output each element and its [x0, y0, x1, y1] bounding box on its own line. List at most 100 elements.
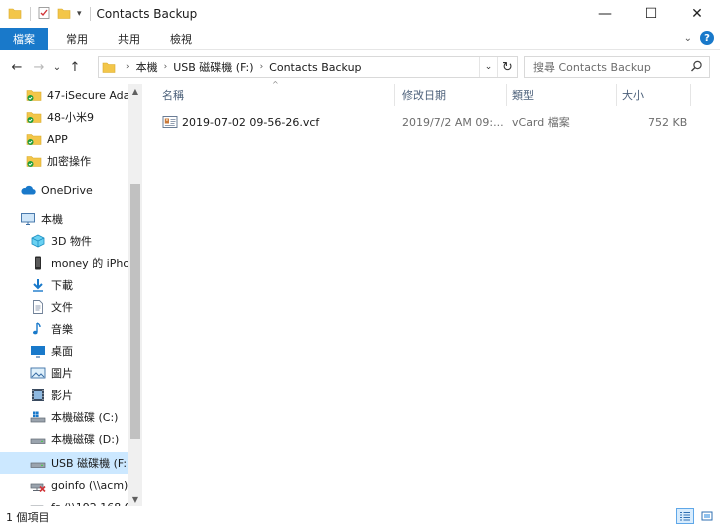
scrollbar-thumb[interactable] — [130, 184, 140, 439]
tab-file[interactable]: 檔案 — [0, 27, 48, 50]
close-button[interactable]: ✕ — [674, 0, 720, 28]
forward-button[interactable]: → — [28, 56, 50, 78]
column-size-label: 大小 — [622, 89, 644, 102]
item-count: 1 個項目 — [6, 511, 50, 524]
expand-ribbon-chevron-icon[interactable]: ⌄ — [684, 33, 692, 44]
address-controls: ⌄ ↻ — [479, 57, 517, 77]
column-modified-label: 修改日期 — [402, 89, 446, 102]
usb-drive-icon — [30, 455, 46, 471]
column-divider[interactable] — [616, 84, 617, 106]
iphone-icon — [30, 255, 46, 271]
sidebar-item-4[interactable]: OneDrive — [0, 179, 128, 201]
scroll-up-arrow[interactable]: ▲ — [128, 84, 142, 98]
tab-view[interactable]: 檢視 — [158, 28, 204, 50]
maximize-button[interactable]: ☐ — [628, 0, 674, 28]
breadcrumb: › 本機 › USB 磁碟機 (F:) › Contacts Backup — [116, 59, 362, 75]
navigation-row: ← → ⌄ ↑ › 本機 › USB 磁碟機 (F:) › Contacts B… — [0, 54, 720, 80]
sidebar-item-6[interactable]: 3D 物件 — [0, 230, 128, 252]
sidebar-item-label: APP — [47, 132, 68, 146]
large-icons-view-button[interactable] — [698, 508, 716, 524]
folder-green-check-icon — [26, 87, 42, 103]
status-bar: 1 個項目 — [0, 506, 720, 528]
sidebar-item-7[interactable]: money 的 iPhone — [0, 252, 128, 274]
sidebar-item-label: 加密操作 — [47, 155, 91, 168]
title-bar: ▾ Contacts Backup — ☐ ✕ — [0, 0, 720, 28]
file-size-cell: 752 KB — [648, 115, 688, 129]
column-divider[interactable] — [506, 84, 507, 106]
window-title: Contacts Backup — [96, 7, 198, 21]
breadcrumb-usb-drive[interactable]: USB 磁碟機 (F:) — [173, 59, 253, 75]
sidebar-item-label: 本機磁碟 (C:) — [51, 411, 119, 424]
documents-icon — [30, 299, 46, 315]
sidebar-item-label: 文件 — [51, 301, 73, 314]
minimize-button[interactable]: — — [582, 0, 628, 28]
quick-access-toolbar: ▾ Contacts Backup — [0, 6, 197, 23]
chevron-right-icon[interactable]: › — [260, 62, 264, 72]
properties-icon[interactable] — [37, 6, 51, 23]
folder-green-check-icon — [26, 153, 42, 169]
address-bar[interactable]: › 本機 › USB 磁碟機 (F:) › Contacts Backup ⌄ … — [98, 56, 518, 78]
column-header-type[interactable]: 類型 — [512, 84, 612, 106]
sidebar-item-label: 48-小米9 — [47, 111, 94, 124]
sidebar-item-label: money 的 iPhone — [51, 257, 128, 270]
back-button[interactable]: ← — [6, 56, 28, 78]
file-name[interactable]: 2019-07-02 09-56-26.vcf — [182, 116, 319, 129]
scroll-down-arrow[interactable]: ▼ — [128, 492, 142, 506]
sidebar-item-label: 本機磁碟 (D:) — [51, 433, 120, 446]
divider — [30, 7, 31, 21]
table-row[interactable]: 2019-07-02 09-56-26.vcf 2019/7/2 AM 09:.… — [160, 112, 690, 132]
sidebar-item-2[interactable]: APP — [0, 128, 128, 150]
column-name-label: 名稱 — [162, 89, 184, 102]
pictures-icon — [30, 365, 46, 381]
sidebar-item-18[interactable]: fs (\\192.168.0 — [0, 496, 128, 506]
search-icon[interactable] — [690, 60, 703, 76]
sidebar-item-14[interactable]: 本機磁碟 (C:) — [0, 406, 128, 428]
windows-drive-icon — [30, 409, 46, 425]
folder-icon — [102, 60, 116, 74]
up-button[interactable]: ↑ — [64, 56, 86, 78]
sidebar-item-11[interactable]: 桌面 — [0, 340, 128, 362]
column-divider[interactable] — [394, 84, 395, 106]
sidebar-item-5[interactable]: 本機 — [0, 208, 128, 230]
sidebar-item-15[interactable]: 本機磁碟 (D:) — [0, 428, 128, 450]
help-icon[interactable]: ? — [700, 31, 714, 45]
details-view-button[interactable] — [676, 508, 694, 524]
divider — [89, 7, 91, 21]
vcard-file-icon — [162, 115, 178, 129]
sidebar-item-label: goinfo (\\acm) — [51, 478, 128, 492]
recent-locations-button[interactable]: ⌄ — [50, 56, 64, 78]
breadcrumb-contacts-backup[interactable]: Contacts Backup — [269, 61, 361, 74]
column-header-modified[interactable]: 修改日期 — [402, 84, 502, 106]
refresh-button[interactable]: ↻ — [497, 57, 517, 77]
navigation-scrollbar[interactable]: ▲ ▼ — [128, 84, 142, 506]
tab-home[interactable]: 常用 — [54, 28, 100, 50]
breadcrumb-this-pc[interactable]: 本機 — [136, 59, 158, 75]
file-name-cell: 2019-07-02 09-56-26.vcf — [162, 112, 319, 132]
sidebar-item-17[interactable]: goinfo (\\acm) — [0, 474, 128, 496]
sidebar-item-16[interactable]: USB 磁碟機 (F:) — [0, 452, 128, 474]
sidebar-item-9[interactable]: 文件 — [0, 296, 128, 318]
tab-share[interactable]: 共用 — [106, 28, 152, 50]
drive-icon — [30, 431, 46, 447]
chevron-right-icon[interactable]: › — [164, 62, 168, 72]
sidebar-item-12[interactable]: 圖片 — [0, 362, 128, 384]
sidebar-item-label: 影片 — [51, 389, 73, 402]
sidebar-item-label: 音樂 — [51, 323, 73, 336]
sidebar-item-13[interactable]: 影片 — [0, 384, 128, 406]
folder-green-check-icon — [26, 109, 42, 125]
column-divider[interactable] — [690, 84, 691, 106]
customize-toolbar-dropdown-icon[interactable]: ▾ — [77, 9, 82, 19]
sidebar-item-3[interactable]: 加密操作 — [0, 150, 128, 172]
chevron-right-icon[interactable]: › — [126, 62, 130, 72]
column-header-size[interactable]: 大小 — [622, 84, 682, 106]
column-header-name[interactable]: 名稱 — [162, 84, 392, 106]
sidebar-item-label: OneDrive — [41, 183, 93, 197]
search-input[interactable]: 搜尋 Contacts Backup — [524, 56, 710, 78]
new-folder-icon[interactable] — [57, 6, 71, 23]
address-history-dropdown[interactable]: ⌄ — [479, 57, 497, 77]
3d-objects-icon — [30, 233, 46, 249]
sidebar-item-1[interactable]: 48-小米9 — [0, 106, 128, 128]
sidebar-item-8[interactable]: 下載 — [0, 274, 128, 296]
sidebar-item-0[interactable]: 47-iSecure Ada — [0, 84, 128, 106]
sidebar-item-10[interactable]: 音樂 — [0, 318, 128, 340]
